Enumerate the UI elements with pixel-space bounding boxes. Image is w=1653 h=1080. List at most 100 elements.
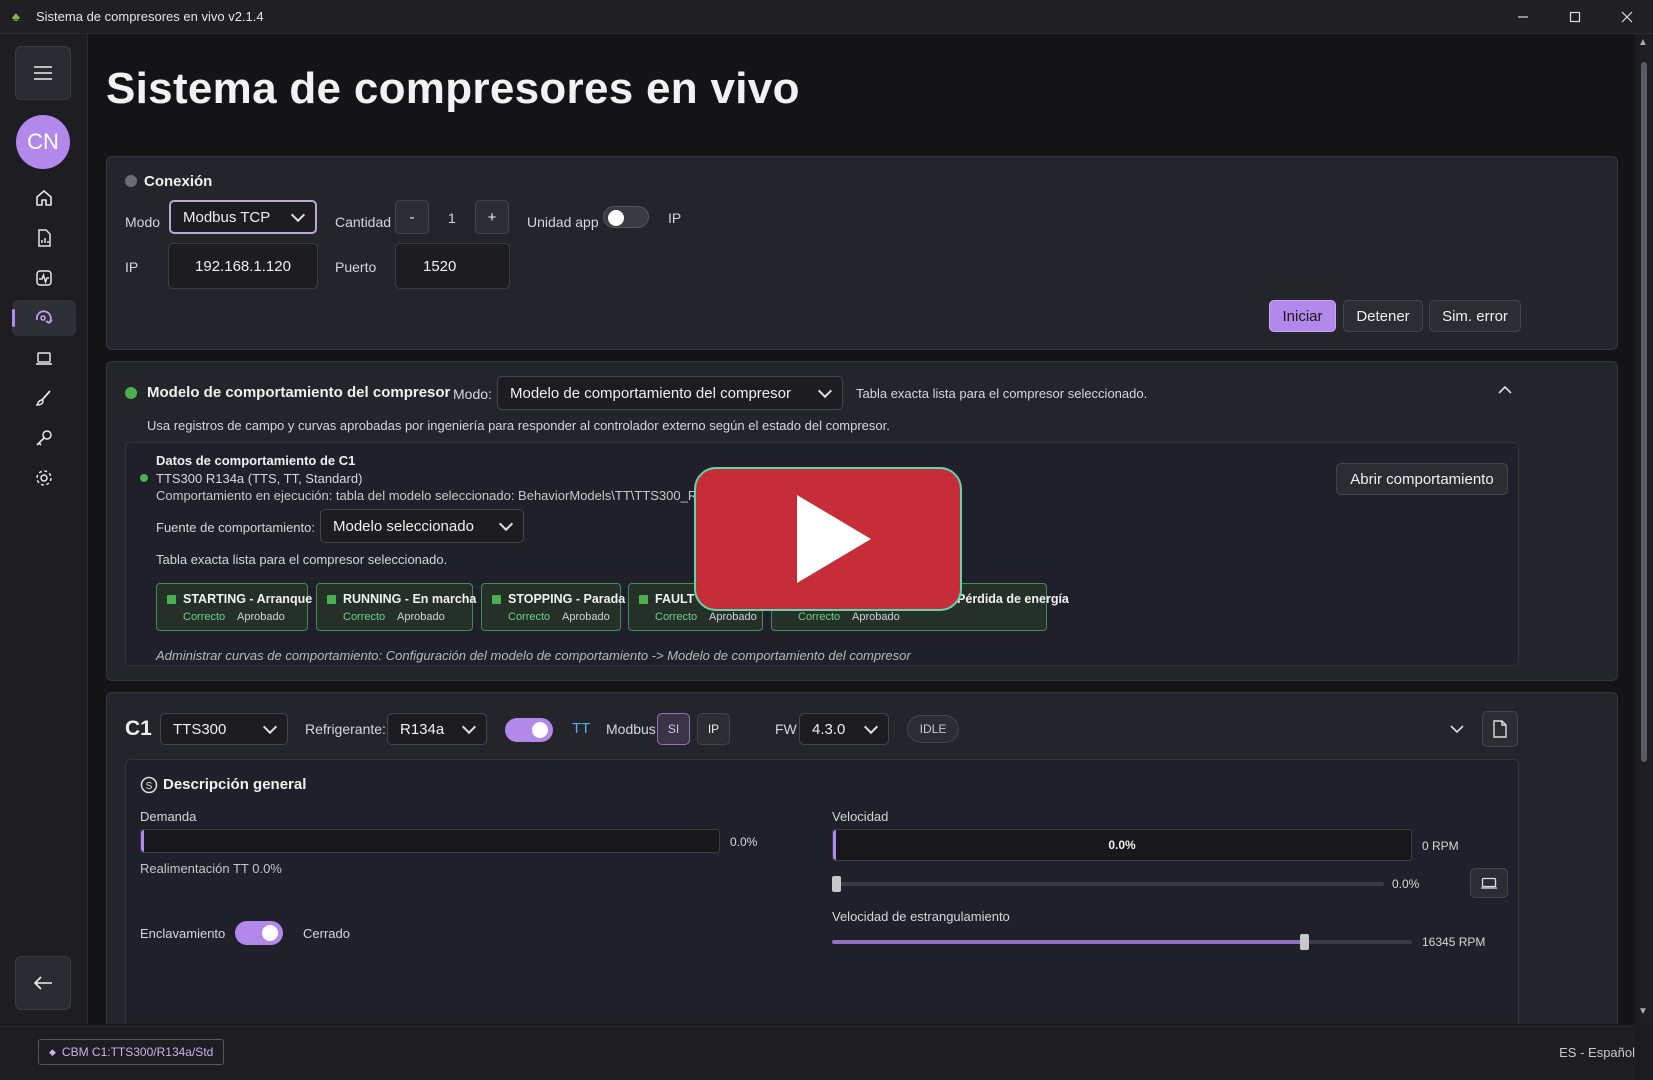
ip-label: IP	[125, 259, 139, 275]
quantity-increment-button[interactable]: +	[475, 200, 509, 234]
state-status: Correcto	[508, 611, 551, 623]
toggle-knob	[608, 210, 624, 226]
scrollbar-thumb[interactable]	[1641, 62, 1647, 762]
scroll-up-icon[interactable]: ▲	[1638, 37, 1648, 48]
app-icon: ♣	[12, 9, 20, 24]
minimize-button[interactable]	[1497, 0, 1549, 34]
behavior-source-value: Modelo seleccionado	[333, 517, 474, 535]
maximize-button[interactable]	[1549, 0, 1601, 34]
chevron-down-icon	[461, 719, 477, 735]
toggle-knob	[262, 925, 278, 941]
overview-title: Descripción general	[163, 776, 307, 793]
quantity-value[interactable]: 1	[448, 210, 456, 226]
brush-icon	[35, 390, 51, 406]
title-bar: ♣ Sistema de compresores en vivo v2.1.4	[0, 0, 1653, 34]
state-chip[interactable]: RUNNING - En marcha Correcto Aprobado	[316, 583, 476, 631]
quantity-decrement-button[interactable]: -	[395, 200, 429, 234]
mode-select[interactable]: Modbus TCP	[169, 200, 317, 234]
monitor-button[interactable]	[1470, 868, 1508, 898]
scroll-down-icon[interactable]: ▼	[1638, 1006, 1648, 1017]
speed-slider-thumb[interactable]	[832, 876, 841, 892]
laptop-icon	[36, 352, 52, 365]
compressor-model-select[interactable]: TTS300	[160, 713, 288, 745]
throttle-value: 16345 RPM	[1422, 935, 1486, 949]
page-title: Sistema de compresores en vivo	[106, 64, 800, 113]
behavior-mode-select[interactable]: Modelo de comportamiento del compresor	[497, 376, 843, 410]
state-ok-indicator	[492, 595, 501, 604]
demand-label: Demanda	[140, 809, 197, 824]
compressor-id: C1	[125, 717, 152, 740]
behavior-source-select[interactable]: Modelo seleccionado	[320, 509, 524, 543]
key-icon	[36, 430, 52, 446]
unit-app-toggle[interactable]	[603, 206, 649, 228]
refrigerant-value: R134a	[400, 720, 445, 738]
state-status: Correcto	[183, 611, 226, 623]
sidebar-item-theme[interactable]	[12, 380, 76, 416]
document-icon	[1493, 720, 1507, 738]
scrollbar[interactable]: ▲ ▼	[1635, 34, 1653, 1024]
unit-app-label: Unidad app	[527, 214, 599, 230]
behavior-source-label: Fuente de comportamiento:	[156, 520, 315, 535]
open-behavior-button[interactable]: Abrir comportamiento	[1336, 463, 1508, 495]
report-icon	[38, 229, 51, 247]
state-chip[interactable]: STOPPING - Parada Correcto Aprobado	[481, 583, 625, 631]
sidebar-item-tools[interactable]	[12, 420, 76, 456]
behavior-data-model: TTS300 R134a (TTS, TT, Standard)	[156, 471, 363, 486]
behavior-status-dot	[125, 387, 137, 399]
minimize-icon	[1518, 15, 1528, 18]
window-title: Sistema de compresores en vivo v2.1.4	[36, 9, 264, 24]
sidebar-item-reports[interactable]	[12, 220, 76, 256]
state-ok-indicator	[639, 595, 648, 604]
state-ok-indicator	[327, 595, 336, 604]
state-approval: Aprobado	[237, 611, 285, 623]
speed-bar-text: 0.0%	[1108, 838, 1136, 852]
monitor-icon	[1481, 877, 1497, 889]
feedback-text: Realimentación TT 0.0%	[140, 861, 282, 876]
start-button[interactable]: Iniciar	[1269, 300, 1336, 332]
cbm-status-text: CBM C1:TTS300/R134a/Std	[61, 1045, 214, 1059]
language-selector[interactable]: ES - Español	[1559, 1045, 1635, 1060]
fw-value: 4.3.0	[812, 720, 846, 738]
sidebar-item-home[interactable]	[12, 180, 76, 216]
sidebar-item-devices[interactable]	[12, 340, 76, 376]
sidebar-item-compressors[interactable]	[12, 300, 76, 336]
sim-error-button[interactable]: Sim. error	[1429, 300, 1521, 332]
activity-icon	[36, 270, 52, 286]
state-status: Correcto	[798, 611, 841, 623]
sidebar-item-settings[interactable]	[12, 460, 76, 496]
arrow-left-icon	[33, 976, 52, 990]
interlock-toggle[interactable]	[235, 921, 283, 945]
collapse-button[interactable]	[1497, 384, 1513, 396]
tt-toggle[interactable]	[505, 718, 553, 742]
modbus-ip-button[interactable]: IP	[697, 713, 730, 745]
state-chip[interactable]: STARTING - Arranque Correcto Aprobado	[156, 583, 312, 631]
stop-button[interactable]: Detener	[1343, 300, 1423, 332]
video-play-button[interactable]	[694, 467, 962, 611]
behavior-mode-value: Modelo de comportamiento del compresor	[510, 384, 791, 402]
speed-slider[interactable]	[832, 882, 1384, 886]
state-approval: Aprobado	[397, 611, 445, 623]
state-approval: Aprobado	[852, 611, 900, 623]
sidebar-item-activity[interactable]	[12, 260, 76, 296]
hamburger-icon	[34, 66, 52, 80]
close-icon	[1621, 11, 1633, 22]
avatar[interactable]: CN	[16, 115, 70, 169]
expand-button[interactable]	[1449, 723, 1465, 735]
port-input[interactable]: 1520	[395, 243, 510, 289]
back-button[interactable]	[15, 956, 71, 1010]
demand-value: 0.0%	[730, 835, 758, 849]
mode-label: Modo	[125, 214, 161, 230]
hamburger-menu-button[interactable]	[15, 46, 71, 100]
speed-rpm: 0 RPM	[1422, 839, 1459, 853]
fw-select[interactable]: 4.3.0	[799, 713, 889, 745]
throttle-slider-thumb[interactable]	[1300, 934, 1309, 950]
close-window-button[interactable]	[1601, 0, 1653, 34]
refrigerant-select[interactable]: R134a	[387, 713, 487, 745]
behavior-footer-note: Administrar curvas de comportamiento: Co…	[156, 648, 911, 663]
document-button[interactable]	[1482, 711, 1518, 747]
home-icon	[36, 190, 52, 206]
modbus-si-button[interactable]: SI	[657, 713, 690, 745]
diamond-icon: ◆	[49, 1046, 56, 1057]
cbm-status-chip[interactable]: ◆ CBM C1:TTS300/R134a/Std	[38, 1039, 225, 1065]
ip-input[interactable]: 192.168.1.120	[168, 243, 318, 289]
